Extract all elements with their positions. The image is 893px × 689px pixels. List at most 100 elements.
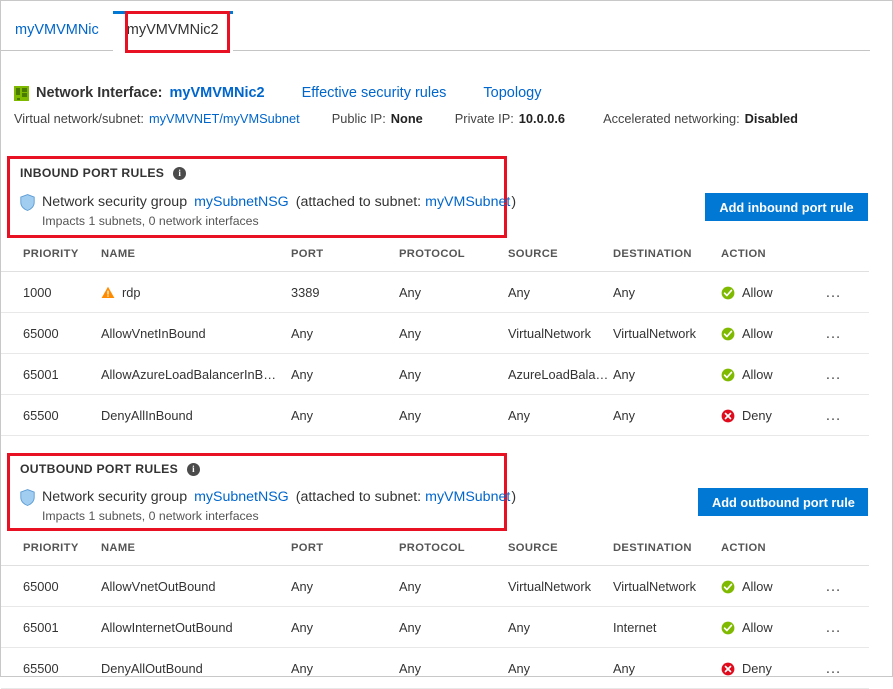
col-port: PORT (291, 542, 399, 566)
cell-protocol: Any (399, 395, 508, 436)
col-destination: DESTINATION (613, 542, 721, 566)
outbound-section-title: OUTBOUND PORT RULES (20, 462, 178, 476)
add-outbound-port-rule-button[interactable]: Add outbound port rule (698, 488, 868, 516)
cell-action-text: Allow (742, 326, 773, 341)
allow-check-icon (721, 621, 735, 635)
cell-action-text: Deny (742, 661, 772, 676)
cell-source: Any (508, 607, 613, 648)
col-more (825, 542, 869, 566)
table-row[interactable]: 65001 AllowAzureLoadBalancerInBou… Any A… (1, 354, 869, 395)
cell-destination: VirtualNetwork (613, 313, 721, 354)
cell-destination: Any (613, 272, 721, 313)
col-name: NAME (101, 248, 291, 272)
table-row[interactable]: 65000 AllowVnetOutBound Any Any VirtualN… (1, 566, 869, 607)
warning-icon (101, 286, 115, 299)
cell-name-text: AllowAzureLoadBalancerInBou… (101, 367, 279, 382)
row-more-menu-button[interactable]: … (825, 329, 843, 339)
inbound-section-title: INBOUND PORT RULES (20, 166, 164, 180)
cell-priority: 65000 (1, 313, 101, 354)
cell-protocol: Any (399, 648, 508, 689)
cell-priority: 65500 (1, 648, 101, 689)
cell-name: AllowAzureLoadBalancerInBou… (101, 354, 291, 395)
cell-port: Any (291, 313, 399, 354)
topology-link[interactable]: Topology (483, 83, 541, 103)
cell-protocol: Any (399, 607, 508, 648)
allow-check-icon (721, 368, 735, 382)
cell-port: Any (291, 354, 399, 395)
cell-name: AllowVnetInBound (101, 313, 291, 354)
cell-port: Any (291, 566, 399, 607)
allow-check-icon (721, 286, 735, 300)
outbound-impacts-text: Impacts 1 subnets, 0 network interfaces (42, 509, 259, 523)
row-more-menu-button[interactable]: … (825, 288, 843, 298)
outbound-nsg-name-link[interactable]: mySubnetNSG (194, 488, 289, 507)
row-more-menu-button[interactable]: … (825, 370, 843, 380)
shield-icon (20, 194, 35, 211)
row-more-menu-button[interactable]: … (825, 623, 843, 633)
cell-port: 3389 (291, 272, 399, 313)
col-protocol: PROTOCOL (399, 542, 508, 566)
shield-icon (20, 489, 35, 506)
table-row[interactable]: 65500 DenyAllInBound Any Any Any Any Den… (1, 395, 869, 436)
cell-action: Allow (721, 607, 825, 648)
cell-action-text: Deny (742, 408, 772, 423)
inbound-nsg-subnet-link[interactable]: myVMSubnet (425, 193, 510, 212)
row-more-menu-button[interactable]: … (825, 582, 843, 592)
cell-destination: Any (613, 395, 721, 436)
public-ip-value: None (391, 110, 423, 128)
allow-check-icon (721, 580, 735, 594)
cell-priority: 65000 (1, 566, 101, 607)
table-row[interactable]: 65500 DenyAllOutBound Any Any Any Any De… (1, 648, 869, 689)
col-source: SOURCE (508, 248, 613, 272)
cell-priority: 65001 (1, 354, 101, 395)
table-row[interactable]: 65000 AllowVnetInBound Any Any VirtualNe… (1, 313, 869, 354)
cell-action: Allow (721, 354, 825, 395)
inbound-impacts-text: Impacts 1 subnets, 0 network interfaces (42, 214, 259, 228)
outbound-nsg-line: Network security group mySubnetNSG (atta… (20, 488, 516, 507)
inbound-nsg-name-link[interactable]: mySubnetNSG (194, 193, 289, 212)
outbound-nsg-attached-suffix: ) (511, 488, 516, 507)
row-more-menu-button[interactable]: … (825, 411, 843, 421)
vnet-subnet-value[interactable]: myVMVNET/myVMSubnet (149, 110, 300, 128)
cell-source: Any (508, 395, 613, 436)
table-row[interactable]: 1000 rdp 3389 Any Any Any (1, 272, 869, 313)
add-inbound-port-rule-button[interactable]: Add inbound port rule (705, 193, 868, 221)
row-more-menu-button[interactable]: … (825, 664, 843, 674)
inbound-nsg-line: Network security group mySubnetNSG (atta… (20, 193, 516, 212)
inbound-nsg-attached-prefix: (attached to subnet: (296, 193, 421, 212)
cell-name: DenyAllOutBound (101, 648, 291, 689)
nic-title-label: Network Interface: (36, 83, 163, 103)
cell-action: Allow (721, 272, 825, 313)
nic-header: Network Interface: myVMVMNic2 Effective … (14, 83, 874, 128)
accelerated-networking-value: Disabled (745, 110, 798, 128)
cell-priority: 65500 (1, 395, 101, 436)
table-row[interactable]: 65001 AllowInternetOutBound Any Any Any … (1, 607, 869, 648)
cell-action-text: Allow (742, 367, 773, 382)
info-icon[interactable]: i (173, 167, 186, 180)
cell-destination: VirtualNetwork (613, 566, 721, 607)
inbound-rules-table: PRIORITY NAME PORT PROTOCOL SOURCE DESTI… (1, 248, 869, 436)
outbound-nsg-attached-prefix: (attached to subnet: (296, 488, 421, 507)
tab-myvmvmnic[interactable]: myVMVMNic (1, 15, 113, 50)
effective-security-rules-link[interactable]: Effective security rules (302, 83, 447, 103)
tab-myvmvmnic2[interactable]: myVMVMNic2 (113, 11, 233, 51)
cell-port: Any (291, 395, 399, 436)
network-interface-icon (14, 86, 29, 101)
col-priority: PRIORITY (1, 542, 101, 566)
outbound-nsg-subnet-link[interactable]: myVMSubnet (425, 488, 510, 507)
info-icon[interactable]: i (187, 463, 200, 476)
cell-more: … (825, 395, 869, 436)
cell-destination: Internet (613, 607, 721, 648)
cell-more: … (825, 313, 869, 354)
cell-protocol: Any (399, 354, 508, 395)
cell-action-text: Allow (742, 285, 773, 300)
outbound-rules-table: PRIORITY NAME PORT PROTOCOL SOURCE DESTI… (1, 542, 869, 689)
inbound-nsg-attached-suffix: ) (511, 193, 516, 212)
nic-title-value[interactable]: myVMVMNic2 (170, 83, 265, 103)
cell-protocol: Any (399, 272, 508, 313)
nic-header-title-row: Network Interface: myVMVMNic2 Effective … (14, 83, 874, 103)
col-priority: PRIORITY (1, 248, 101, 272)
cell-action: Deny (721, 395, 825, 436)
col-port: PORT (291, 248, 399, 272)
cell-source: AzureLoadBala… (508, 354, 613, 395)
